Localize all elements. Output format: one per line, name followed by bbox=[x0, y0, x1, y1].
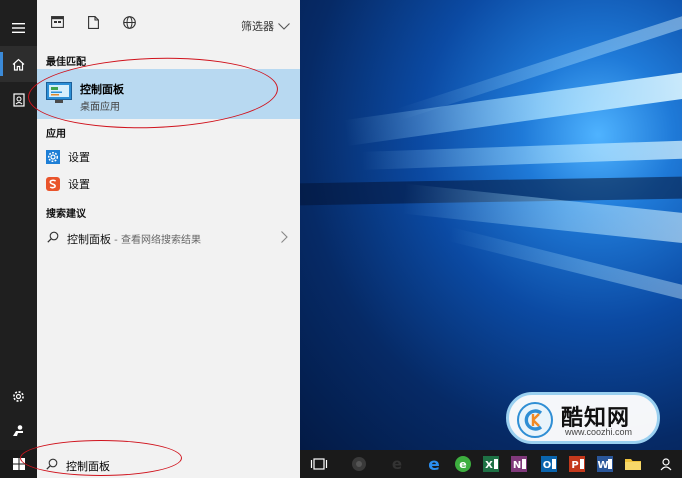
svg-text:e: e bbox=[459, 458, 466, 471]
chevron-down-icon bbox=[278, 22, 290, 30]
wallpaper-light-beam bbox=[361, 140, 682, 170]
excel-icon[interactable]: X bbox=[482, 455, 500, 473]
svg-text:X: X bbox=[485, 460, 493, 471]
gear-blue-icon bbox=[46, 150, 60, 164]
svg-text:O: O bbox=[543, 460, 552, 471]
apps-filter-button[interactable] bbox=[49, 14, 65, 30]
coozhi-watermark: 酷知网 www.coozhi.com bbox=[506, 392, 660, 444]
svg-text:N: N bbox=[513, 460, 521, 471]
svg-text:e: e bbox=[392, 455, 402, 473]
search-suggestions-heading: 搜索建议 bbox=[46, 209, 86, 220]
task-view-icon[interactable] bbox=[310, 455, 328, 473]
annotation-ellipse-search-box bbox=[20, 440, 182, 476]
globe-icon bbox=[122, 15, 136, 29]
people-icon[interactable] bbox=[658, 455, 676, 473]
file-explorer-icon[interactable] bbox=[624, 455, 642, 473]
svg-text:W: W bbox=[597, 460, 608, 471]
app-item-label: 设置 bbox=[68, 178, 90, 191]
gear-icon bbox=[13, 390, 24, 402]
document-icon bbox=[87, 15, 99, 29]
svg-text:e: e bbox=[428, 455, 440, 473]
svg-text:P: P bbox=[571, 460, 578, 471]
web-search-query: 控制面板 bbox=[67, 233, 111, 246]
settings-button[interactable] bbox=[0, 378, 37, 414]
outlook-icon[interactable]: O bbox=[540, 455, 558, 473]
documents-filter-button[interactable] bbox=[85, 14, 101, 30]
notebook-icon bbox=[12, 93, 25, 107]
coozhi-logo bbox=[517, 402, 553, 438]
settings-red-icon bbox=[46, 177, 60, 191]
web-filter-button[interactable] bbox=[121, 14, 137, 30]
apps-heading: 应用 bbox=[46, 129, 66, 140]
app-item-settings[interactable]: 设置 bbox=[37, 144, 300, 170]
coozhi-logo-icon bbox=[524, 409, 543, 431]
start-left-rail bbox=[0, 0, 37, 450]
powerpoint-icon[interactable]: P bbox=[568, 455, 586, 473]
app-item-settings-alt[interactable]: 设置 bbox=[37, 171, 300, 197]
search-icon bbox=[47, 231, 59, 243]
search-filter-bar: 筛选器 bbox=[37, 0, 300, 44]
filter-dropdown[interactable]: 筛选器 bbox=[241, 18, 290, 34]
chevron-right-icon bbox=[281, 231, 288, 243]
edge-icon[interactable]: e bbox=[425, 455, 443, 473]
web-search-suggestion[interactable]: 控制面板 - 查看网络搜索结果 bbox=[37, 226, 300, 250]
home-button[interactable] bbox=[0, 46, 37, 82]
filter-label: 筛选器 bbox=[241, 20, 274, 33]
web-search-suffix: - 查看网络搜索结果 bbox=[111, 235, 201, 246]
feedback-button[interactable] bbox=[0, 412, 37, 448]
word-icon[interactable]: W bbox=[596, 455, 614, 473]
watermark-url: www.coozhi.com bbox=[565, 427, 633, 437]
expand-menu-button[interactable] bbox=[0, 10, 37, 46]
edge-legacy-icon[interactable]: e bbox=[388, 455, 406, 473]
web-search-text: 控制面板 - 查看网络搜索结果 bbox=[67, 231, 201, 247]
home-icon bbox=[12, 58, 25, 71]
hamburger-icon bbox=[12, 23, 25, 33]
apps-grid-icon bbox=[50, 16, 64, 28]
browser-green-icon[interactable]: e bbox=[454, 455, 472, 473]
onenote-icon[interactable]: N bbox=[510, 455, 528, 473]
app-item-label: 设置 bbox=[68, 151, 90, 164]
desktop-wallpaper bbox=[300, 0, 682, 450]
app-dark-icon[interactable] bbox=[350, 455, 368, 473]
feedback-person-icon bbox=[13, 424, 23, 436]
